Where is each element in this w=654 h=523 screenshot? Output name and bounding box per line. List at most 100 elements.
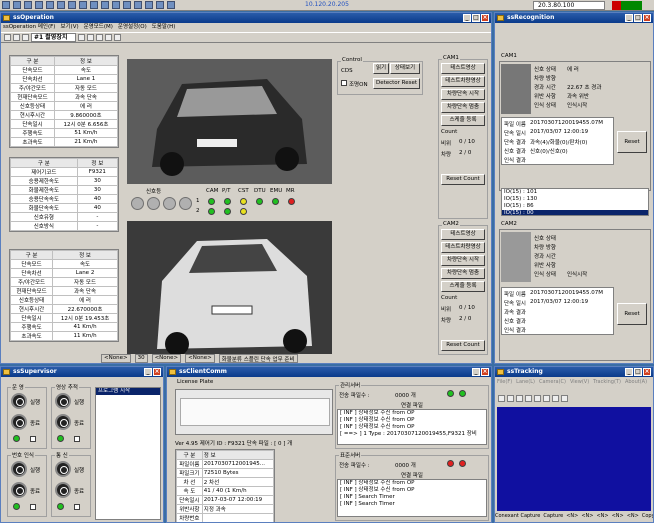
cam-button[interactable]: 차량단속 멈춤 [441, 102, 485, 113]
save-icon[interactable] [516, 395, 523, 402]
power-icon[interactable] [11, 461, 27, 477]
menu-item[interactable]: 운영설정(O) [118, 24, 147, 30]
taskbar-app-icon[interactable] [57, 1, 65, 9]
save-icon[interactable] [22, 34, 29, 41]
log-item[interactable]: IO(15) : 130 [502, 196, 648, 203]
close-button[interactable]: × [153, 368, 161, 376]
maximize-button[interactable]: □ [634, 368, 642, 376]
menu-item[interactable]: 운영모드(M) [84, 24, 113, 30]
supervisor-log[interactable]: 프로그램 시작 [95, 387, 161, 520]
cut-icon[interactable] [78, 34, 85, 41]
power-icon[interactable] [11, 482, 27, 498]
power-icon[interactable] [55, 461, 71, 477]
minimize-button[interactable]: _ [472, 368, 480, 376]
menu-item[interactable]: Camera(C) [539, 379, 566, 385]
log-item[interactable]: [ INF ] Search Timer [338, 494, 486, 501]
menu-item[interactable]: About(A) [625, 379, 647, 385]
log-item[interactable]: [ INF ] Search Timer [338, 501, 486, 508]
menu-item[interactable]: 보기(V) [60, 24, 78, 30]
cam-button[interactable]: 스케줄 등록 [441, 115, 485, 126]
taskbar-app-icon[interactable] [156, 1, 164, 9]
taskbar-app-icon[interactable] [46, 1, 54, 9]
print-icon[interactable] [552, 395, 559, 402]
read-button[interactable]: 읽기 [373, 63, 389, 74]
taskbar-app-icon[interactable] [2, 1, 10, 9]
cut-icon[interactable] [525, 395, 532, 402]
taskbar-app-icon[interactable] [90, 1, 98, 9]
menu-item[interactable]: Tracking(T) [593, 379, 621, 385]
maximize-button[interactable]: □ [472, 14, 480, 22]
paste-icon[interactable] [543, 395, 550, 402]
log-item[interactable]: [ INF ] 상태정보 수신 from OP [338, 417, 486, 424]
minimize-button[interactable]: _ [144, 368, 152, 376]
cam-button[interactable]: 테스트차량영상 [441, 76, 485, 87]
new-icon[interactable] [4, 34, 11, 41]
log-item[interactable]: [ INF ] 상태정보 수신 from OP [338, 410, 486, 417]
rec-cam1-reset-button[interactable]: Reset [617, 131, 647, 153]
log-item[interactable]: IO(15) : 00 [502, 210, 648, 215]
help-icon[interactable] [114, 34, 121, 41]
taskbar-app-icon[interactable] [101, 1, 109, 9]
power-icon[interactable] [11, 414, 27, 430]
taskbar-app-icon[interactable] [145, 1, 153, 9]
device-combo[interactable]: #1 촬영장치 [31, 33, 76, 42]
menu-item[interactable]: File(F) [497, 379, 512, 385]
cam-button[interactable]: 차량단속 시작 [441, 89, 485, 100]
print-icon[interactable] [105, 34, 112, 41]
open-icon[interactable] [507, 395, 514, 402]
close-button[interactable]: × [481, 14, 489, 22]
mgmt-log[interactable]: [ INF ] 상태정보 수신 from OP[ INF ] 상태정보 수신 f… [337, 409, 487, 445]
power-icon[interactable] [55, 482, 71, 498]
paste-icon[interactable] [96, 34, 103, 41]
minimize-button[interactable]: _ [625, 368, 633, 376]
log-item[interactable]: IO(15) : 101 [502, 189, 648, 196]
maximize-button[interactable]: □ [634, 14, 642, 22]
log-item[interactable]: IO(15) : 86 [502, 203, 648, 210]
status-checkbox[interactable] [74, 504, 80, 510]
recognition-log[interactable]: IO(15) : 101 IO(15) : 130 IO(15) : 86 IO(15… [501, 188, 649, 216]
cam1-reset-count-button[interactable]: Reset Count [441, 174, 485, 185]
detector-reset-button[interactable]: Detector Reset [373, 78, 420, 89]
menu-item[interactable]: ssOperation 메인(F) [3, 24, 55, 30]
status-checkbox[interactable] [30, 504, 36, 510]
help-icon[interactable] [561, 395, 568, 402]
log-item[interactable]: 프로그램 시작 [96, 388, 160, 395]
log-item[interactable]: [ INF ] 상태정보 수신 from OP [338, 487, 486, 494]
new-icon[interactable] [498, 395, 505, 402]
close-button[interactable]: × [643, 368, 651, 376]
taskbar-app-icon[interactable] [24, 1, 32, 9]
copy-icon[interactable] [534, 395, 541, 402]
power-icon[interactable] [55, 414, 71, 430]
cam-button[interactable]: 차량단속 시작 [441, 255, 485, 266]
status-checkbox[interactable] [74, 436, 80, 442]
taskbar-app-icon[interactable] [123, 1, 131, 9]
cam-button[interactable]: 스케줄 등록 [441, 281, 485, 292]
menu-item[interactable]: 도움말(H) [152, 24, 176, 30]
status-view-button[interactable]: 상태보기 [390, 63, 420, 74]
status-checkbox[interactable] [30, 436, 36, 442]
rec-cam2-reset-button[interactable]: Reset [617, 303, 647, 325]
minimize-button[interactable]: _ [625, 14, 633, 22]
copy-icon[interactable] [87, 34, 94, 41]
cam-button[interactable]: 테스트영상 [441, 229, 485, 240]
close-button[interactable]: × [643, 14, 651, 22]
menu-item[interactable]: Lane(L) [516, 379, 535, 385]
log-item[interactable]: [ INF ] 상태정보 수신 from OP [338, 424, 486, 431]
power-icon[interactable] [11, 393, 27, 409]
cam-button[interactable]: 테스트영상 [441, 63, 485, 74]
taskbar-app-icon[interactable] [134, 1, 142, 9]
close-button[interactable]: × [481, 368, 489, 376]
open-icon[interactable] [13, 34, 20, 41]
std-log[interactable]: [ INF ] 상태정보 수신 from OP[ INF ] 상태정보 수신 f… [337, 479, 487, 517]
cam2-reset-count-button[interactable]: Reset Count [441, 340, 485, 351]
taskbar-app-icon[interactable] [112, 1, 120, 9]
taskbar-app-icon[interactable] [35, 1, 43, 9]
log-item[interactable]: [ INF ] 상태정보 수신 from OP [338, 480, 486, 487]
taskbar-app-icon[interactable] [79, 1, 87, 9]
taskbar-app-icon[interactable] [13, 1, 21, 9]
cam-button[interactable]: 테스트차량영상 [441, 242, 485, 253]
power-icon[interactable] [55, 393, 71, 409]
light-checkbox[interactable] [341, 80, 347, 86]
minimize-button[interactable]: _ [463, 14, 471, 22]
cam-button[interactable]: 차량단속 멈춤 [441, 268, 485, 279]
